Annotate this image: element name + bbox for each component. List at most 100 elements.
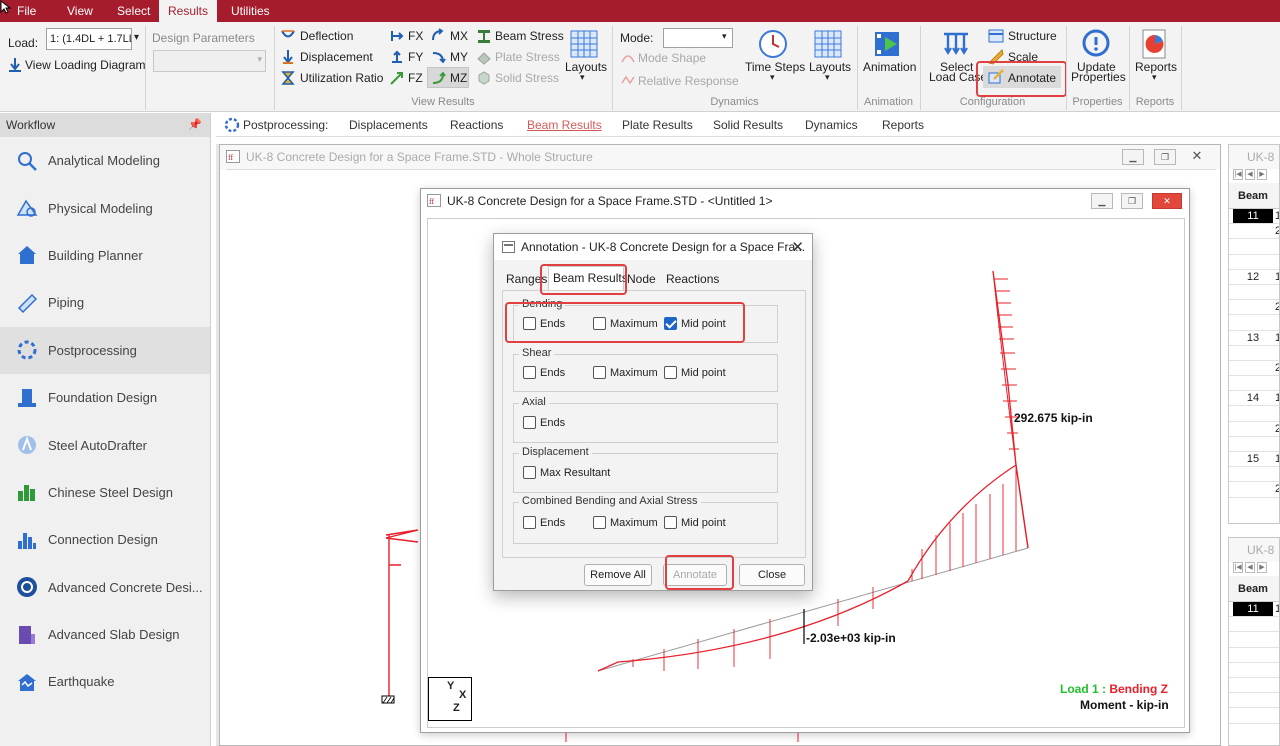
checkbox-box[interactable] [523, 416, 536, 429]
load-combo[interactable]: 1: (1.4DL + 1.7LL) [46, 28, 132, 50]
tab-solid-results[interactable]: Solid Results [713, 113, 783, 137]
bending-midpoint-checkbox[interactable]: Mid point [664, 317, 726, 330]
table-row[interactable]: 12 1 [1229, 270, 1279, 285]
checkbox-box[interactable] [523, 366, 536, 379]
prev-page-icon[interactable]: ◀ [1245, 562, 1255, 573]
table-row[interactable] [1229, 693, 1279, 709]
tab-plate-results[interactable]: Plate Results [622, 113, 693, 137]
combined-maximum-checkbox[interactable]: Maximum [593, 516, 658, 529]
table-row[interactable]: 2 [1229, 224, 1279, 240]
tab-dynamics[interactable]: Dynamics [805, 113, 858, 137]
tab-reactions[interactable]: Reactions [450, 113, 503, 137]
close-button[interactable]: Close [739, 564, 805, 586]
workflow-item-building-planner[interactable]: Building Planner [0, 232, 210, 279]
chevron-down-icon[interactable]: ▾ [580, 72, 585, 83]
tab-reactions[interactable]: Reactions [666, 272, 719, 286]
tab-ranges[interactable]: Ranges [506, 272, 547, 286]
table-row[interactable]: 13 1 [1229, 331, 1279, 346]
table-row[interactable] [1229, 346, 1279, 361]
minimize-icon[interactable]: ▁ [1091, 193, 1113, 209]
table-row[interactable]: 14 1 [1229, 391, 1279, 407]
select-load-case-label-2[interactable]: Load Case [929, 70, 987, 84]
shear-midpoint-checkbox[interactable]: Mid point [664, 366, 726, 379]
minimize-icon[interactable]: ▁ [1122, 149, 1144, 165]
beam-stress-button[interactable]: Beam Stress [495, 29, 564, 43]
checkbox-box[interactable] [593, 317, 606, 330]
combined-midpoint-checkbox[interactable]: Mid point [664, 516, 726, 529]
shear-ends-checkbox[interactable]: Ends [523, 366, 565, 379]
table-row[interactable]: 2 [1229, 300, 1279, 316]
tab-node[interactable]: Node [627, 272, 656, 286]
table-row[interactable]: 2 [1229, 361, 1279, 377]
checkbox-box[interactable] [523, 466, 536, 479]
tab-beam-results[interactable]: Beam Results [553, 271, 628, 285]
animation-button[interactable]: Animation [863, 60, 916, 74]
fz-button[interactable]: FZ [408, 71, 423, 85]
shear-maximum-checkbox[interactable]: Maximum [593, 366, 658, 379]
mz-button[interactable]: MZ [450, 71, 467, 85]
table-row[interactable] [1229, 437, 1279, 452]
restore-icon[interactable]: ❐ [1121, 193, 1143, 209]
displacement-button[interactable]: Displacement [300, 50, 373, 64]
table-row[interactable]: 2 [1229, 482, 1279, 498]
deflection-button[interactable]: Deflection [300, 29, 353, 43]
table-row[interactable] [1229, 315, 1279, 331]
layouts-button[interactable]: Layouts [565, 60, 607, 74]
menu-select[interactable]: Select [108, 0, 159, 22]
pin-icon[interactable]: 📌 [188, 113, 202, 137]
table-row[interactable] [1229, 617, 1279, 633]
table-row[interactable]: 111 [1229, 209, 1279, 225]
close-icon[interactable]: ✕ [1186, 149, 1208, 165]
tab-beam-results[interactable]: Beam Results [527, 113, 602, 137]
table-row[interactable] [1229, 406, 1279, 422]
chevron-down-icon[interactable]: ▾ [722, 31, 727, 42]
checkbox-box[interactable] [523, 317, 536, 330]
dynamics-layouts-button[interactable]: Layouts [809, 60, 851, 74]
remove-all-button[interactable]: Remove All [584, 564, 652, 586]
checkbox-box[interactable] [664, 366, 677, 379]
workflow-item-connection-design[interactable]: Connection Design [0, 516, 210, 563]
workflow-item-steel-autodrafter[interactable]: Steel AutoDrafter [0, 421, 210, 468]
checkbox-box[interactable] [593, 516, 606, 529]
table-row[interactable]: 2 [1229, 422, 1279, 437]
workflow-item-earthquake[interactable]: Earthquake [0, 658, 210, 705]
close-icon[interactable]: ✕ [791, 238, 804, 256]
table-row[interactable] [1229, 376, 1279, 392]
chevron-down-icon[interactable]: ▾ [825, 72, 830, 83]
table-row[interactable]: 111 [1229, 602, 1279, 618]
menu-file[interactable]: File [8, 0, 45, 22]
scale-button[interactable]: Scale [1008, 50, 1038, 64]
utilization-ratio-button[interactable]: Utilization Ratio [300, 71, 383, 85]
chevron-down-icon[interactable]: ▾ [770, 72, 775, 83]
checkbox-box[interactable] [523, 516, 536, 529]
update-properties-label-2[interactable]: Properties [1071, 70, 1126, 84]
tab-reports[interactable]: Reports [882, 113, 924, 137]
next-page-icon[interactable]: ▶ [1257, 169, 1267, 180]
table-row[interactable] [1229, 255, 1279, 270]
workflow-item-foundation-design[interactable]: Foundation Design [0, 374, 210, 421]
table-row[interactable] [1229, 239, 1279, 255]
menu-view[interactable]: View [58, 0, 102, 22]
first-page-icon[interactable]: |◀ [1233, 562, 1243, 573]
workflow-item-advanced-concrete[interactable]: Advanced Concrete Desi... [0, 564, 210, 611]
chevron-down-icon[interactable]: ▾ [134, 32, 139, 43]
menu-utilities[interactable]: Utilities [222, 0, 279, 22]
close-icon[interactable]: ✕ [1152, 193, 1182, 209]
table-row[interactable] [1229, 632, 1279, 648]
checkbox-box[interactable] [664, 516, 677, 529]
workflow-item-analytical-modeling[interactable]: Analytical Modeling [0, 137, 210, 184]
table-row[interactable] [1229, 663, 1279, 678]
combined-ends-checkbox[interactable]: Ends [523, 516, 565, 529]
next-page-icon[interactable]: ▶ [1257, 562, 1267, 573]
table-row[interactable] [1229, 648, 1279, 663]
checkbox-box[interactable] [593, 366, 606, 379]
time-steps-button[interactable]: Time Steps [745, 60, 805, 74]
annotate-button[interactable]: Annotate [663, 564, 727, 586]
prev-page-icon[interactable]: ◀ [1245, 169, 1255, 180]
mx-button[interactable]: MX [450, 29, 468, 43]
fx-button[interactable]: FX [408, 29, 423, 43]
menu-results[interactable]: Results [159, 0, 217, 22]
restore-icon[interactable]: ❐ [1154, 149, 1176, 165]
structure-button[interactable]: Structure [1008, 29, 1057, 43]
workflow-item-chinese-steel-design[interactable]: Chinese Steel Design [0, 469, 210, 516]
